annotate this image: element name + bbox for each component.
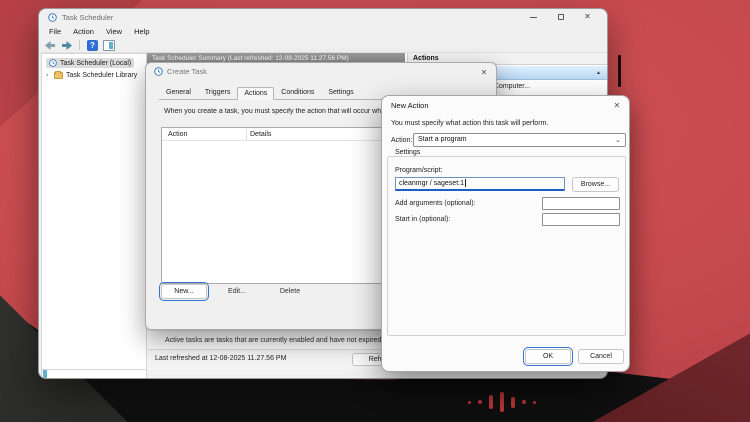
dialog-title: New Action: [391, 101, 429, 110]
toolbar: ?: [39, 38, 607, 53]
start-in-label: Start in (optional):: [395, 216, 450, 223]
maximize-icon: [558, 14, 564, 20]
title-bar: Task Scheduler ✕: [39, 9, 607, 25]
window-title: Task Scheduler: [62, 13, 113, 22]
action-dropdown[interactable]: Start a program ⌄: [413, 133, 626, 147]
close-icon: ✕: [481, 68, 488, 77]
close-button[interactable]: ✕: [610, 99, 624, 111]
column-action[interactable]: Action: [168, 128, 187, 141]
program-script-label: Program/script:: [395, 167, 442, 174]
ok-button[interactable]: OK: [525, 349, 571, 364]
tree-selection: Task Scheduler (Local): [46, 58, 134, 68]
tab-settings[interactable]: Settings: [321, 86, 360, 99]
cursor-line-decoration: [618, 55, 621, 87]
browse-button[interactable]: Browse...: [572, 177, 619, 192]
menu-bar: File Action View Help: [43, 25, 156, 38]
waveform-logo: [468, 390, 536, 414]
dialog-title: Create Task: [167, 67, 207, 76]
list-buttons: New... Edit... Delete: [161, 284, 313, 299]
toolbar-separator: [79, 40, 80, 50]
delete-button[interactable]: Delete: [267, 284, 313, 299]
dialog-title-bar: Create Task: [146, 63, 496, 79]
minimize-icon: [530, 17, 537, 18]
menu-action[interactable]: Action: [67, 27, 100, 36]
menu-view[interactable]: View: [100, 27, 128, 36]
program-script-input[interactable]: cleanmgr / sageset:1: [395, 177, 565, 191]
collapse-icon[interactable]: ▲: [596, 70, 601, 76]
wave-bar: [489, 395, 493, 409]
dialog-subtitle: You must specify what action this task w…: [391, 120, 548, 127]
close-icon: ✕: [584, 13, 591, 21]
new-button[interactable]: New...: [161, 284, 207, 299]
console-tree-panel: Task Scheduler (Local) › Task Scheduler …: [41, 53, 147, 370]
forward-arrow-icon[interactable]: [61, 41, 72, 50]
wave-bar: [511, 397, 515, 408]
wave-dot: [468, 401, 471, 404]
desktop-background: Task Scheduler ✕ File Action View Help ?: [0, 0, 750, 422]
start-in-input[interactable]: [542, 213, 620, 226]
menu-file[interactable]: File: [43, 27, 67, 36]
text-cursor: [465, 179, 466, 187]
back-arrow-icon[interactable]: [45, 41, 56, 50]
active-tasks-note: Active tasks are tasks that are currentl…: [147, 330, 407, 349]
maximize-button[interactable]: [547, 9, 574, 25]
tree-item-task-scheduler-library[interactable]: › Task Scheduler Library: [42, 69, 146, 81]
minimize-button[interactable]: [520, 9, 547, 25]
tab-conditions[interactable]: Conditions: [274, 86, 321, 99]
tree-library-label: Task Scheduler Library: [66, 72, 137, 79]
clock-icon: [49, 59, 57, 67]
menu-help[interactable]: Help: [128, 27, 155, 36]
wave-dot: [478, 400, 482, 404]
tree-root-label: Task Scheduler (Local): [60, 60, 131, 67]
folder-icon: [54, 72, 63, 79]
settings-group-label: Settings: [392, 149, 423, 156]
column-details[interactable]: Details: [250, 128, 271, 141]
last-refreshed-text: Last refreshed at 12-08-2025 11.27.56 PM: [155, 350, 286, 368]
create-task-icon: [154, 67, 163, 76]
chevron-down-icon: ⌄: [615, 135, 621, 147]
action-dropdown-value: Start a program: [418, 136, 467, 143]
program-script-value: cleanmgr / sageset:1: [399, 180, 464, 187]
help-icon[interactable]: ?: [87, 40, 98, 51]
tab-triggers[interactable]: Triggers: [198, 86, 237, 99]
edit-button[interactable]: Edit...: [214, 284, 260, 299]
column-divider: [246, 129, 247, 140]
add-arguments-input[interactable]: [542, 197, 620, 210]
tree-item-task-scheduler-local[interactable]: Task Scheduler (Local): [42, 57, 146, 69]
action-label: Action:: [391, 137, 412, 144]
expander-icon[interactable]: ›: [46, 72, 51, 79]
action-pane-icon[interactable]: [103, 40, 115, 51]
refresh-row: Last refreshed at 12-08-2025 11.27.56 PM…: [147, 350, 407, 370]
close-button[interactable]: ✕: [477, 66, 491, 78]
window-controls: ✕: [520, 9, 601, 25]
cancel-button[interactable]: Cancel: [578, 349, 624, 364]
wave-bar: [500, 392, 504, 412]
tab-general[interactable]: General: [159, 86, 198, 99]
wave-dot: [522, 400, 526, 404]
tab-actions[interactable]: Actions: [237, 87, 274, 100]
new-action-dialog: New Action ✕ You must specify what actio…: [381, 95, 630, 372]
task-scheduler-icon: [48, 13, 57, 22]
wave-dot: [533, 401, 536, 404]
close-button[interactable]: ✕: [574, 9, 601, 25]
close-icon: ✕: [614, 101, 621, 110]
add-arguments-label: Add arguments (optional):: [395, 200, 476, 207]
